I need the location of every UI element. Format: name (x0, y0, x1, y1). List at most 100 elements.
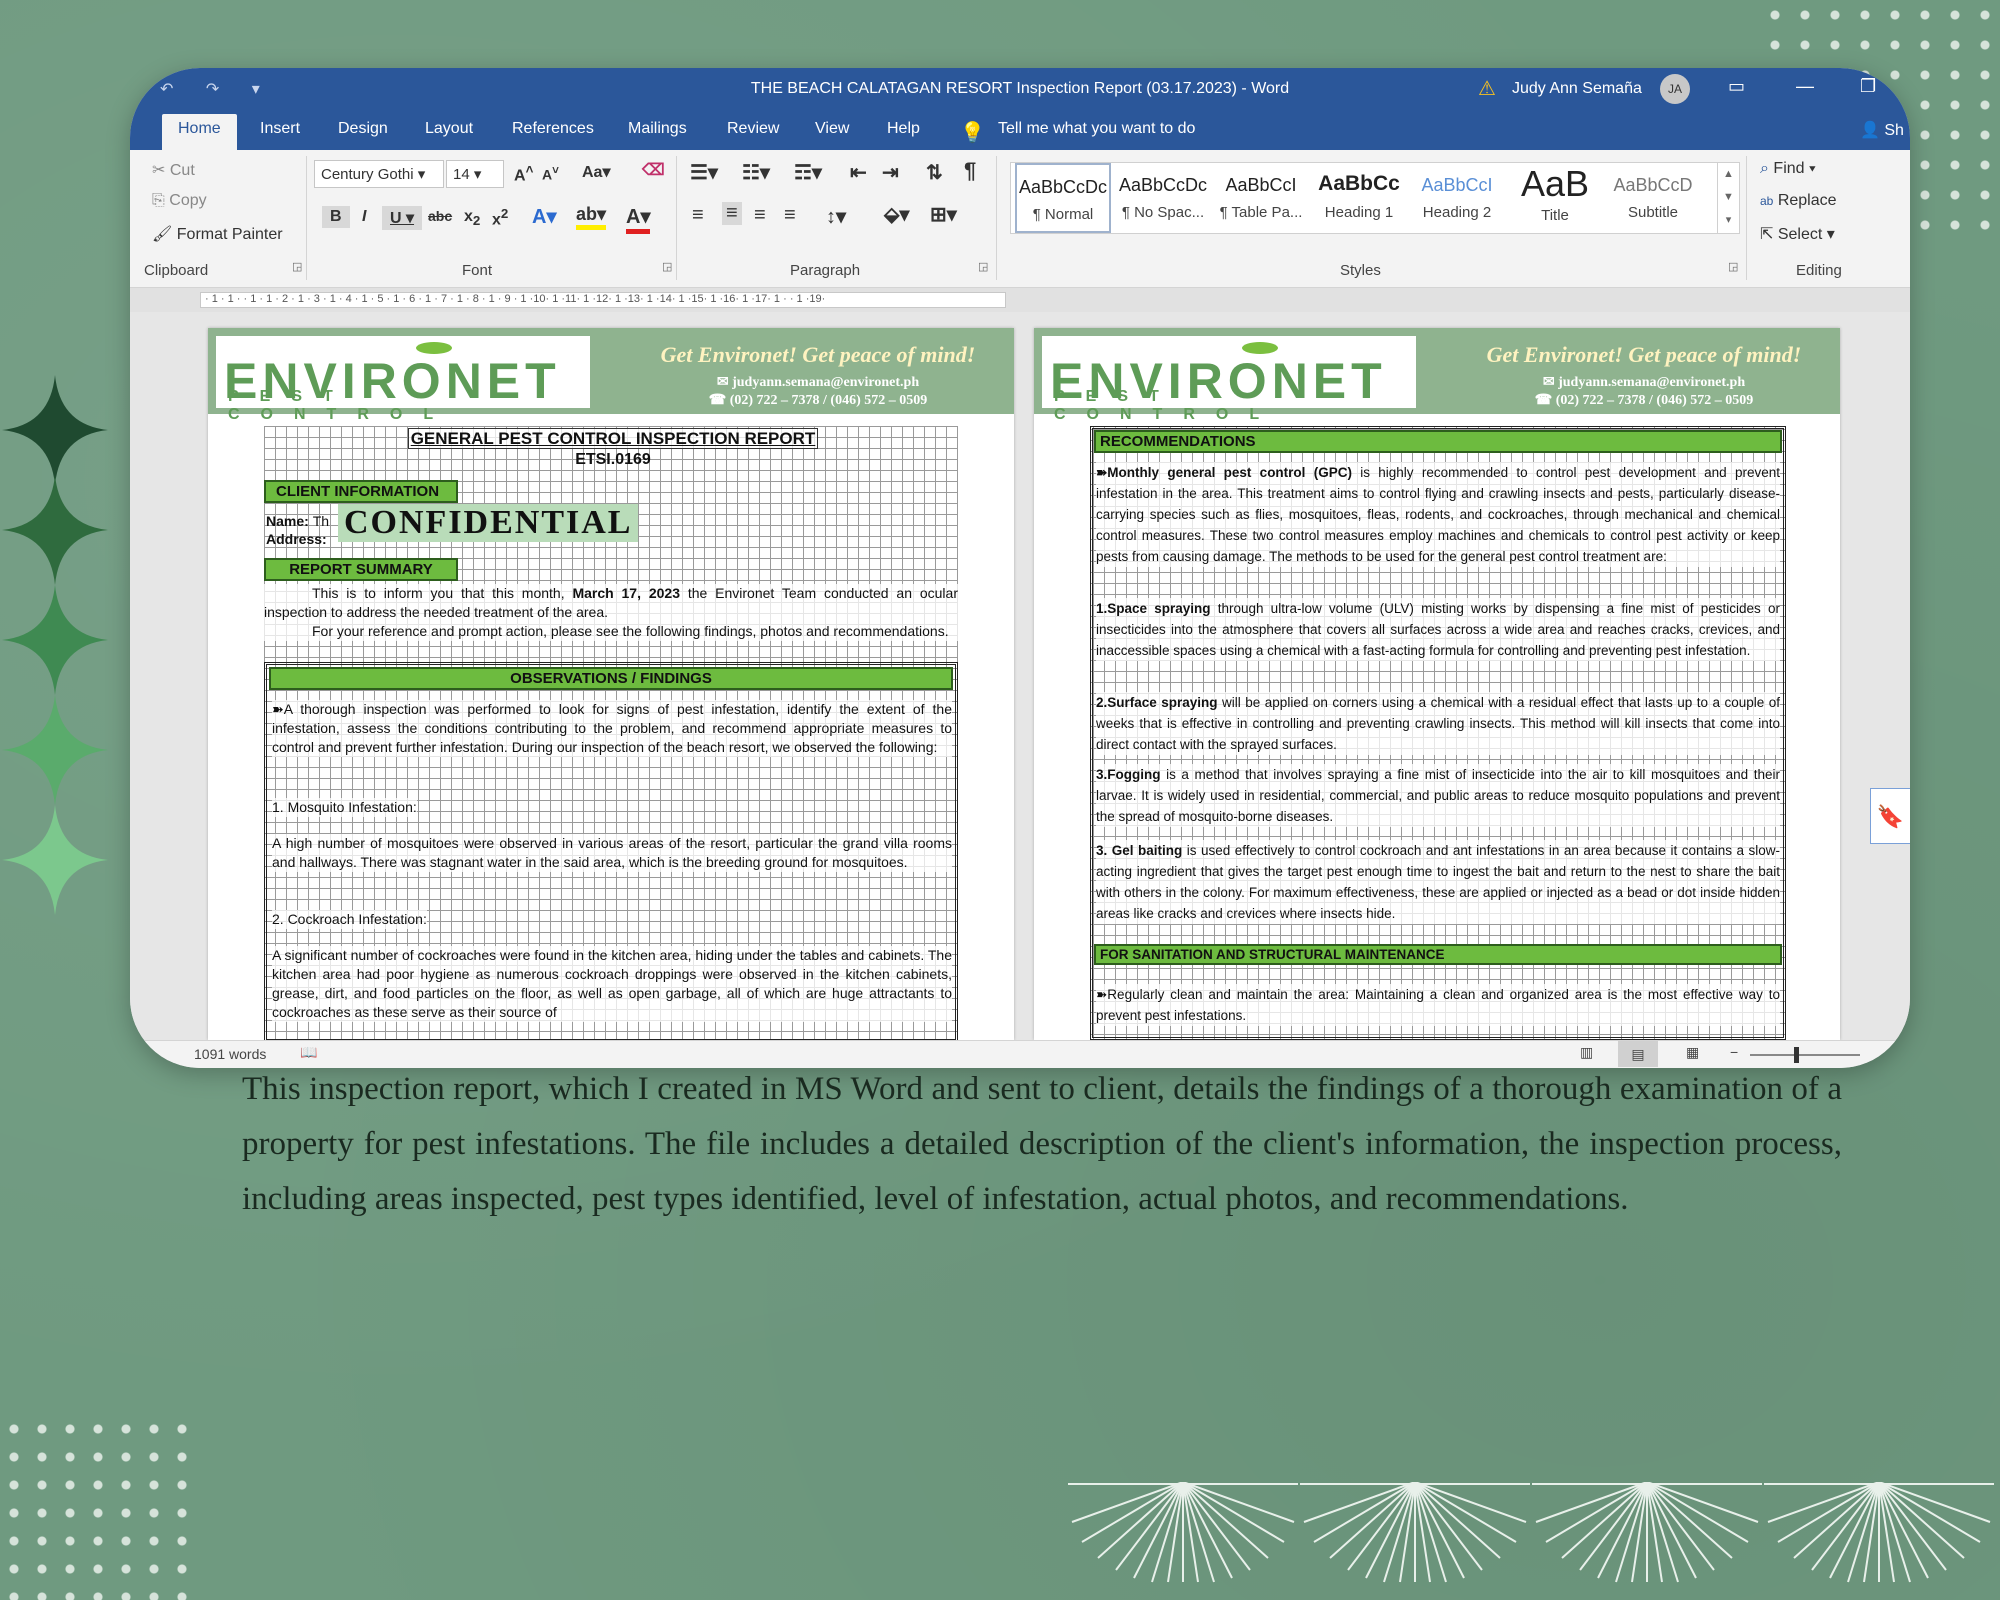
proofing-icon[interactable]: 📖 (300, 1044, 317, 1061)
lightbulb-icon[interactable]: 💡 (960, 120, 985, 145)
align-center-icon[interactable]: ≡ (722, 202, 742, 225)
ribbon-home: ✂ Cut ⎘ Copy 🖌 Format Painter Clipboard … (130, 150, 1910, 288)
paragraph-launcher-icon[interactable]: ◲ (978, 260, 988, 273)
word-count[interactable]: 1091 words (194, 1046, 266, 1062)
replace-button[interactable]: ab Replace (1760, 192, 1837, 210)
font-color-icon[interactable]: A▾ (626, 204, 651, 234)
restore-icon[interactable]: ❐ (1860, 76, 1876, 97)
find-button[interactable]: ⌕ Find ▾ (1760, 160, 1816, 178)
bullets-icon[interactable]: ☰▾ (690, 160, 718, 185)
subscript-button[interactable]: x2 (464, 208, 480, 228)
styles-launcher-icon[interactable]: ◲ (1728, 260, 1738, 273)
style-normal[interactable]: AaBbCcDc ¶ Normal (1015, 163, 1111, 233)
sort-icon[interactable]: ⇅ (926, 160, 943, 185)
tell-me-search[interactable]: Tell me what you want to do (998, 120, 1195, 138)
environet-logo: ENVIRONET PEST CONTROL (216, 336, 590, 423)
format-painter-label: Format Painter (176, 226, 283, 243)
tab-design[interactable]: Design (338, 120, 388, 138)
change-case-button[interactable]: Aa▾ (582, 162, 610, 182)
style-table-paragraph[interactable]: AaBbCcI ¶ Table Pa... (1213, 163, 1309, 233)
line-spacing-icon[interactable]: ↕▾ (826, 204, 846, 229)
italic-button[interactable]: I (356, 206, 372, 228)
user-name[interactable]: Judy Ann Semaña (1512, 80, 1642, 98)
font-family-select[interactable]: Century Gothi ▾ (314, 160, 444, 188)
copy-icon: ⎘ (152, 192, 165, 209)
text-effects-icon[interactable]: A▾ (532, 204, 556, 229)
recommendations-header: RECOMMENDATIONS (1094, 430, 1782, 453)
shading-icon[interactable]: ⬙▾ (884, 202, 909, 227)
format-painter-button[interactable]: 🖌 Format Painter (152, 224, 283, 244)
web-layout-icon[interactable]: ▦ (1686, 1044, 1699, 1061)
multilevel-list-icon[interactable]: ☶▾ (794, 160, 822, 185)
grow-font-button[interactable]: A˄ (514, 162, 533, 185)
style-preview: AaB (1520, 163, 1590, 204)
tab-review[interactable]: Review (727, 120, 779, 138)
borders-icon[interactable]: ⊞▾ (930, 202, 957, 227)
title-bar: ↶ ↷ ▾ THE BEACH CALATAGAN RESORT Inspect… (130, 68, 1910, 110)
align-right-icon[interactable]: ≡ (754, 204, 766, 227)
font-size-select[interactable]: 14 ▾ (446, 160, 504, 188)
increase-indent-icon[interactable]: ⇥ (882, 160, 899, 185)
report-code: ETSI.0169 (575, 451, 651, 468)
logo-sub: PEST CONTROL (228, 388, 455, 423)
superscript-button[interactable]: x2 (492, 206, 508, 229)
tab-insert[interactable]: Insert (260, 120, 300, 138)
read-mode-icon[interactable]: ▥ (1580, 1044, 1593, 1061)
replace-icon: ab (1760, 194, 1774, 208)
tab-references[interactable]: References (512, 120, 594, 138)
show-marks-icon[interactable]: ¶ (964, 158, 976, 184)
style-name: Title (1541, 207, 1569, 224)
font-launcher-icon[interactable]: ◲ (662, 260, 672, 273)
select-label: Select (1777, 226, 1823, 243)
justify-icon[interactable]: ≡ (784, 204, 796, 227)
shrink-font-button[interactable]: A˅ (542, 164, 559, 183)
zoom-out-icon[interactable]: − (1730, 1044, 1738, 1060)
avatar[interactable]: JA (1660, 74, 1690, 104)
tab-mailings[interactable]: Mailings (628, 120, 687, 138)
zoom-slider[interactable] (1750, 1054, 1860, 1056)
name-value: Th (312, 513, 330, 529)
style-title[interactable]: AaB Title (1507, 163, 1603, 233)
select-button[interactable]: ⇱ Select ▾ (1760, 224, 1835, 244)
environet-logo: ENVIRONET PEST CONTROL (1042, 336, 1416, 423)
ribbon-display-icon[interactable]: ▭ (1728, 76, 1745, 97)
underline-button[interactable]: U ▾ (382, 206, 423, 230)
style-heading-1[interactable]: AaBbCc Heading 1 (1311, 163, 1407, 233)
style-preview: AaBbCcD (1613, 175, 1693, 195)
decrease-indent-icon[interactable]: ⇤ (850, 160, 867, 185)
strikethrough-button[interactable]: abc (428, 208, 452, 224)
warning-icon[interactable]: ⚠ (1478, 76, 1496, 101)
method-text: is a method that involves spraying a fin… (1096, 767, 1780, 824)
editing-group-label: Editing (1796, 262, 1842, 279)
clear-formatting-icon[interactable]: ⌫ (642, 160, 665, 180)
mosquito-text: A high number of mosquitoes were observe… (272, 834, 952, 872)
horizontal-ruler[interactable]: · 1 · 1 · · 1 · 1 · 2 · 1 · 3 · 1 · 4 · … (130, 288, 1910, 312)
zoom-slider-thumb[interactable] (1794, 1047, 1799, 1063)
clipboard-launcher-icon[interactable]: ◲ (292, 260, 302, 273)
copy-button[interactable]: ⎘ Copy (152, 192, 207, 210)
bookmark-icon[interactable]: 🔖 (1870, 788, 1910, 844)
styles-scroll[interactable]: ▲ ▼ ▾ (1717, 163, 1739, 233)
document-page-2[interactable]: ENVIRONET PEST CONTROL Get Environet! Ge… (1034, 328, 1840, 1040)
style-heading-2[interactable]: AaBbCcI Heading 2 (1409, 163, 1505, 233)
tab-help[interactable]: Help (887, 120, 920, 138)
highlight-color-icon[interactable]: ab▾ (576, 204, 607, 230)
tab-layout[interactable]: Layout (425, 120, 473, 138)
cut-button[interactable]: ✂ Cut (152, 160, 195, 180)
document-page-1[interactable]: ENVIRONET PEST CONTROL Get Environet! Ge… (208, 328, 1014, 1040)
minimize-icon[interactable]: — (1796, 76, 1814, 97)
align-left-icon[interactable]: ≡ (692, 204, 704, 227)
scissors-icon: ✂ (152, 162, 166, 179)
tab-view[interactable]: View (815, 120, 849, 138)
report-summary-header: REPORT SUMMARY (264, 558, 458, 581)
slogan: Get Environet! Get peace of mind! (1486, 342, 1802, 367)
bold-button[interactable]: B (322, 206, 350, 228)
tab-home[interactable]: Home (162, 114, 237, 150)
style-no-spacing[interactable]: AaBbCcDc ¶ No Spac... (1115, 163, 1211, 233)
space-spraying-paragraph: 1.Space spraying through ultra-low volum… (1096, 598, 1780, 661)
sanitation-text: ➽Regularly clean and maintain the area: … (1096, 984, 1780, 1026)
share-button[interactable]: 👤 Sh (1860, 120, 1904, 140)
method-text: is used effectively to control cockroach… (1096, 843, 1780, 921)
numbering-icon[interactable]: ☷▾ (742, 160, 770, 185)
style-subtitle[interactable]: AaBbCcD Subtitle (1605, 163, 1701, 233)
